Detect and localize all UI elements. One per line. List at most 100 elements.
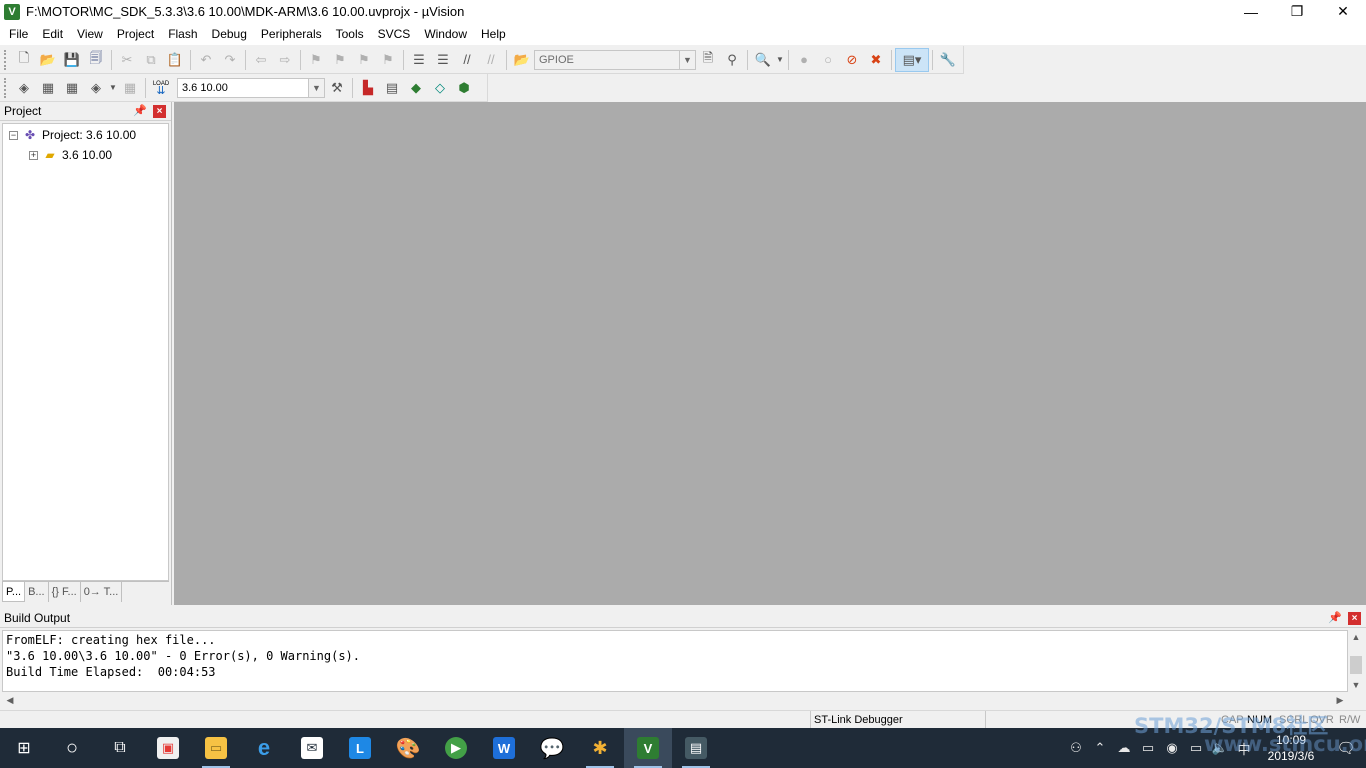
network-icon[interactable]: ◉ bbox=[1160, 740, 1184, 756]
clock[interactable]: 10:09 2019/3/6 bbox=[1256, 732, 1326, 764]
menu-file[interactable]: File bbox=[2, 23, 35, 45]
menu-peripherals[interactable]: Peripherals bbox=[254, 23, 329, 45]
pin-icon[interactable]: 📌 bbox=[1328, 611, 1342, 624]
save-icon[interactable]: 💾 bbox=[60, 48, 84, 72]
target-options-icon[interactable]: ⚒ bbox=[325, 76, 349, 100]
translate-icon[interactable]: ◈ bbox=[12, 76, 36, 100]
maximize-button[interactable]: ❐ bbox=[1274, 0, 1320, 23]
toolbar-grip[interactable] bbox=[4, 77, 8, 98]
scroll-down-icon[interactable]: ▼ bbox=[1348, 678, 1364, 692]
configure-icon[interactable]: 🔧 bbox=[936, 48, 960, 72]
cut-icon[interactable]: ✂ bbox=[115, 48, 139, 72]
tab-project[interactable]: P... bbox=[2, 582, 26, 602]
breakpoint-enable-icon[interactable]: ○ bbox=[816, 48, 840, 72]
show-hidden-icons-icon[interactable]: ⌃ bbox=[1088, 740, 1112, 756]
rebuild-icon[interactable]: ▦ bbox=[60, 76, 84, 100]
target-select-combo[interactable]: 3.6 10.00 ▼ bbox=[177, 77, 325, 98]
save-all-icon[interactable]: 🗐 bbox=[84, 48, 108, 72]
unindent-icon[interactable]: ☰ bbox=[431, 48, 455, 72]
copy-icon[interactable]: ⧉ bbox=[139, 48, 163, 72]
menu-svcs[interactable]: SVCS bbox=[371, 23, 418, 45]
editor-area[interactable] bbox=[174, 102, 1366, 605]
video-player-icon[interactable]: ▶ bbox=[432, 728, 480, 768]
batch-build-icon[interactable]: ◈ bbox=[84, 76, 108, 100]
device-icon[interactable]: ▭ bbox=[1136, 740, 1160, 756]
breakpoint-disable-all-icon[interactable]: ⊘ bbox=[840, 48, 864, 72]
build-output-text[interactable]: FromELF: creating hex file... "3.6 10.00… bbox=[2, 630, 1348, 692]
bookmark-toggle-icon[interactable]: ⚑ bbox=[304, 48, 328, 72]
undo-icon[interactable]: ↶ bbox=[194, 48, 218, 72]
menu-view[interactable]: View bbox=[70, 23, 110, 45]
chevron-down-icon[interactable]: ▼ bbox=[679, 50, 695, 69]
close-icon[interactable]: × bbox=[153, 105, 166, 118]
wps-office-icon[interactable]: W bbox=[480, 728, 528, 768]
store-icon[interactable]: ▣ bbox=[144, 728, 192, 768]
build-icon[interactable]: ▦ bbox=[36, 76, 60, 100]
lark-app-icon[interactable]: L bbox=[336, 728, 384, 768]
menu-window[interactable]: Window bbox=[417, 23, 474, 45]
tree-row-project[interactable]: − ✤ Project: 3.6 10.00 bbox=[9, 125, 136, 145]
find-combo[interactable]: GPIOE ▼ bbox=[534, 49, 696, 70]
menu-flash[interactable]: Flash bbox=[161, 23, 204, 45]
batch-dropdown-icon[interactable]: ▼ bbox=[108, 76, 118, 100]
menu-help[interactable]: Help bbox=[474, 23, 513, 45]
incremental-find-icon[interactable]: ⚲ bbox=[720, 48, 744, 72]
people-icon[interactable]: ⚇ bbox=[1064, 740, 1088, 756]
paste-icon[interactable]: 📋 bbox=[163, 48, 187, 72]
indent-icon[interactable]: ☰ bbox=[407, 48, 431, 72]
comment-icon[interactable]: // bbox=[455, 48, 479, 72]
tab-functions[interactable]: {} F... bbox=[49, 582, 81, 602]
find-in-files-icon[interactable]: 📂 bbox=[510, 48, 534, 72]
find-icon[interactable]: 🗎 bbox=[696, 48, 720, 72]
volume-icon[interactable]: 🔈 bbox=[1208, 740, 1232, 756]
bookmark-next-icon[interactable]: ⚑ bbox=[352, 48, 376, 72]
minimize-button[interactable]: — bbox=[1228, 0, 1274, 23]
navigate-back-icon[interactable]: ⇦ bbox=[249, 48, 273, 72]
keil-uvision-icon[interactable]: V bbox=[624, 728, 672, 768]
file-explorer-icon[interactable]: ▭ bbox=[192, 728, 240, 768]
tab-books[interactable]: B... bbox=[25, 582, 49, 602]
uvision-app-icon[interactable]: V bbox=[4, 3, 20, 20]
mail-icon[interactable]: ✉ bbox=[288, 728, 336, 768]
redo-icon[interactable]: ↷ bbox=[218, 48, 242, 72]
breakpoint-insert-icon[interactable]: ● bbox=[792, 48, 816, 72]
select-software-packs-icon[interactable]: ◇ bbox=[428, 76, 452, 100]
open-folder-icon[interactable]: 📂 bbox=[36, 48, 60, 72]
edge-browser-icon[interactable]: e bbox=[240, 728, 288, 768]
manage-run-time-env-icon[interactable]: ◆ bbox=[404, 76, 428, 100]
cloud-icon[interactable]: ☁ bbox=[1112, 740, 1136, 756]
paint-icon[interactable]: 🎨 bbox=[384, 728, 432, 768]
search-cortana-icon[interactable]: ○ bbox=[48, 728, 96, 768]
pin-icon[interactable]: 📌 bbox=[133, 104, 147, 117]
tab-templates[interactable]: 0→ T... bbox=[81, 582, 123, 602]
wechat-icon[interactable]: 💬 bbox=[528, 728, 576, 768]
stm32cubemx-icon[interactable]: ✱ bbox=[576, 728, 624, 768]
breakpoint-kill-all-icon[interactable]: ✖ bbox=[864, 48, 888, 72]
start-windows-icon[interactable]: ⊞ bbox=[0, 728, 48, 768]
expand-icon[interactable]: + bbox=[29, 150, 38, 160]
vertical-scrollbar[interactable]: ▲ ▼ bbox=[1348, 630, 1364, 692]
new-file-icon[interactable]: 🗋 bbox=[12, 48, 36, 72]
menu-edit[interactable]: Edit bbox=[35, 23, 70, 45]
manage-project-items-icon[interactable]: ▙ bbox=[356, 76, 380, 100]
navigate-forward-icon[interactable]: ⇨ bbox=[273, 48, 297, 72]
menu-tools[interactable]: Tools bbox=[329, 23, 371, 45]
dropdown-arrow-icon[interactable]: ▼ bbox=[775, 48, 785, 72]
chevron-down-icon[interactable]: ▼ bbox=[308, 78, 324, 97]
manage-multi-project-icon[interactable]: ▤ bbox=[380, 76, 404, 100]
window-layout-icon[interactable]: ▤▾ bbox=[895, 47, 929, 72]
menu-debug[interactable]: Debug bbox=[205, 23, 254, 45]
tree-row-target[interactable]: + ▰ 3.6 10.00 bbox=[29, 145, 112, 165]
scroll-left-icon[interactable]: ◀ bbox=[2, 693, 18, 707]
bookmark-prev-icon[interactable]: ⚑ bbox=[328, 48, 352, 72]
close-button[interactable]: ✕ bbox=[1320, 0, 1366, 23]
scroll-thumb[interactable] bbox=[1350, 656, 1362, 674]
pack-installer-icon[interactable]: ⬢ bbox=[452, 76, 476, 100]
horizontal-scrollbar[interactable]: ◀ ▶ bbox=[2, 692, 1348, 708]
uncomment-icon[interactable]: // bbox=[479, 48, 503, 72]
download-load-icon[interactable]: LOAD ⇊ bbox=[149, 76, 173, 100]
menu-project[interactable]: Project bbox=[110, 23, 161, 45]
collapse-icon[interactable]: − bbox=[9, 130, 18, 140]
close-icon[interactable]: × bbox=[1348, 612, 1361, 625]
battery-icon[interactable]: ▭ bbox=[1184, 740, 1208, 756]
